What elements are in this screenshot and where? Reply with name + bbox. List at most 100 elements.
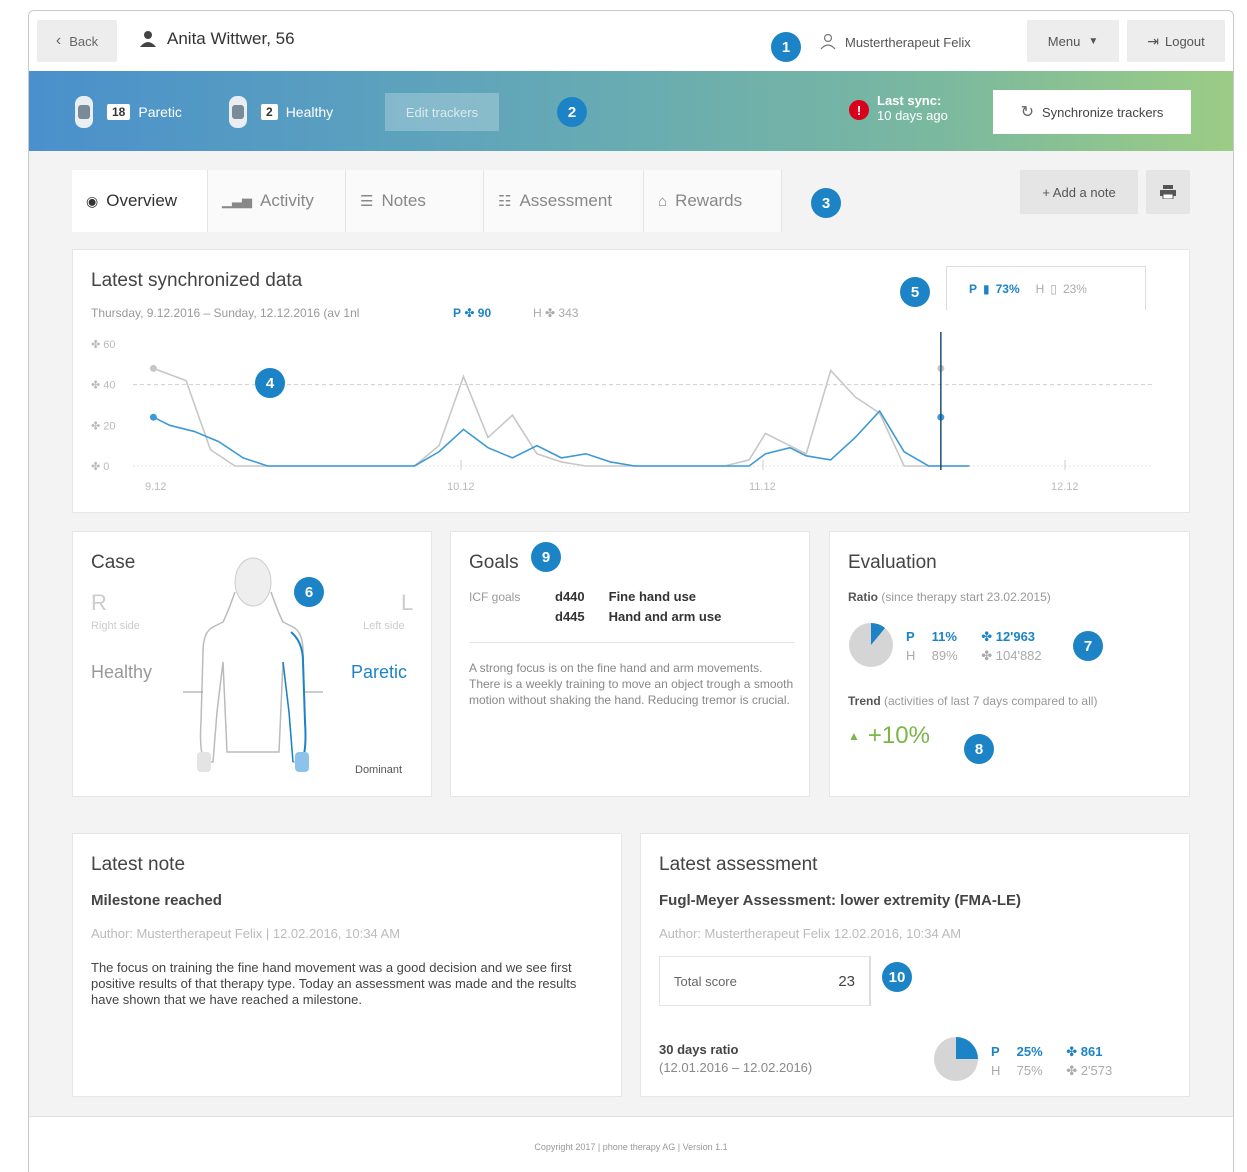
back-button[interactable]: ‹ Back xyxy=(37,20,117,62)
eye-icon: ◉ xyxy=(86,192,99,209)
goals-title: Goals xyxy=(469,552,519,573)
tab-rewards[interactable]: ⌂ Rewards xyxy=(644,170,782,232)
marker-1: 1 xyxy=(771,32,801,62)
h-label: H xyxy=(906,648,916,663)
paretic-count: 18 xyxy=(107,104,131,120)
marker-5: 5 xyxy=(900,277,930,307)
synchronize-button[interactable]: ↻ Synchronize trackers xyxy=(993,90,1191,134)
right-side-letter: R xyxy=(91,590,107,615)
marker-8: 8 xyxy=(964,734,994,764)
print-button[interactable] xyxy=(1146,170,1190,214)
footer: Copyright 2017 | phone therapy AG | Vers… xyxy=(29,1116,1233,1172)
tab-notes[interactable]: ☰ Notes xyxy=(346,170,484,232)
latest-assessment-card[interactable]: Latest assessment Fugl-Meyer Assessment:… xyxy=(640,833,1190,1097)
print-icon xyxy=(1160,185,1176,199)
healthy-tracker: 2 Healthy xyxy=(223,94,333,130)
marker-2: 2 xyxy=(557,97,587,127)
total-score-box: Total score 23 xyxy=(659,956,871,1006)
30-day-pie-chart xyxy=(934,1037,978,1081)
ratio-p-label: P xyxy=(969,281,978,296)
therapist-icon xyxy=(820,33,836,50)
patient-header: Anita Wittwer, 56 xyxy=(139,29,295,49)
steps-icon: ✤ xyxy=(981,629,993,644)
menu-button[interactable]: Menu ▼ xyxy=(1027,20,1119,62)
trend-value-row: ▲ +10% xyxy=(848,722,930,750)
healthy-side-label: Healthy xyxy=(91,662,153,682)
wristband-icon xyxy=(75,96,93,128)
latest-data-title: Latest synchronized data xyxy=(91,270,303,291)
tab-label: Rewards xyxy=(675,191,743,210)
y-tick-label: ✤ 40 xyxy=(91,380,116,392)
h-steps-icon: ✤ xyxy=(545,306,556,320)
sync-icon: ↻ xyxy=(1020,104,1034,121)
right-side-label: Right side xyxy=(91,620,140,632)
h-count: 104'882 xyxy=(995,648,1042,663)
y-tick-label: ✤ 60 xyxy=(91,339,116,351)
tab-assessment[interactable]: ☷ Assessment xyxy=(484,170,644,232)
ratio-h-label: H xyxy=(1035,281,1045,296)
note-body: The focus on training the fine hand move… xyxy=(91,960,577,1007)
ratio-values: P 11% ✤ 12'963 H 89% ✤ 104'882 xyxy=(906,627,1042,665)
steps-icon: ✤ xyxy=(1066,1063,1078,1078)
last-sync: ! Last sync: 10 days ago xyxy=(849,93,948,123)
logout-button[interactable]: ⇥ Logout xyxy=(1127,20,1225,62)
goal-code: d445 xyxy=(555,609,585,624)
marker-4: 4 xyxy=(255,368,285,398)
back-label: Back xyxy=(69,33,99,49)
ratio-pie-chart xyxy=(849,623,893,667)
latest-note-card[interactable]: Latest note Milestone reached Author: Mu… xyxy=(72,833,622,1097)
caret-down-icon: ▼ xyxy=(1088,35,1099,47)
ratio-toggle[interactable]: P ▮ 73% H ▯ 23% xyxy=(946,266,1146,310)
evaluation-card: Evaluation Ratio (since therapy start 23… xyxy=(829,531,1190,797)
left-side-label: Left side xyxy=(363,620,405,632)
goal-row-2: d445 Hand and arm use xyxy=(555,609,721,624)
case-title: Case xyxy=(91,552,136,573)
add-note-button[interactable]: + Add a note xyxy=(1020,170,1138,214)
trend-value: +10% xyxy=(867,722,930,749)
tab-activity[interactable]: ▁▃▅ Activity xyxy=(208,170,346,232)
chevron-left-icon: ‹ xyxy=(55,32,62,49)
series-start-point xyxy=(149,413,157,421)
marker-10: 10 xyxy=(882,962,912,992)
tab-label: Notes xyxy=(381,191,426,210)
logout-label: Logout xyxy=(1164,33,1205,49)
therapist-info[interactable]: Mustertherapeut Felix xyxy=(819,33,971,51)
goal-text: Hand and arm use xyxy=(608,609,722,624)
latest-note-heading: Latest note xyxy=(91,854,186,875)
goal-code: d440 xyxy=(555,589,585,604)
battery-icon: ▮ xyxy=(983,281,990,296)
x-tick-label: 12.12 xyxy=(1051,481,1079,493)
marker-6: 6 xyxy=(294,577,324,607)
tab-label: Activity xyxy=(260,191,314,210)
marker-9: 9 xyxy=(531,542,561,572)
tab-bar: ◉ Overview ▁▃▅ Activity ☰ Notes ☷ Assess… xyxy=(72,170,782,232)
edit-trackers-button[interactable]: Edit trackers xyxy=(385,93,499,131)
bar-chart-icon: ▁▃▅ xyxy=(222,193,252,208)
assessment-title: Fugl-Meyer Assessment: lower extremity (… xyxy=(659,892,1022,909)
score-label: Total score xyxy=(674,973,737,989)
note-meta: Author: Mustertherapeut Felix | 12.02.20… xyxy=(91,926,401,941)
latest-assessment-heading: Latest assessment xyxy=(659,854,818,875)
assessment-icon: ☷ xyxy=(498,193,512,210)
last-sync-label: Last sync: xyxy=(877,93,942,108)
activity-chart[interactable]: ✤ 0 ✤ 20 ✤ 40 ✤ 60 9.12 10.12 11.12 12.12 xyxy=(73,330,1191,500)
y-tick-label: ✤ 20 xyxy=(91,420,116,432)
p-percent: 11% xyxy=(931,629,957,644)
p-count: 861 xyxy=(1080,1044,1103,1059)
h-count: 2'573 xyxy=(1080,1063,1113,1078)
tab-overview[interactable]: ◉ Overview xyxy=(72,170,208,232)
p-value: 90 xyxy=(477,306,492,320)
app-window: ‹ Back Anita Wittwer, 56 Mustertherapeut… xyxy=(28,10,1234,1172)
evaluation-title: Evaluation xyxy=(848,552,937,573)
h-percent: 89% xyxy=(931,648,958,663)
patient-name: Anita Wittwer, 56 xyxy=(167,29,295,48)
h-percent: 75% xyxy=(1016,1063,1043,1078)
ratio-h-value: 23% xyxy=(1062,281,1087,296)
ratio-p-value: 73% xyxy=(995,281,1020,296)
p-count: 12'963 xyxy=(995,629,1036,644)
h-value: 343 xyxy=(558,306,579,320)
user-icon xyxy=(140,31,156,47)
wristband-icon xyxy=(229,96,247,128)
assessment-meta: Author: Mustertherapeut Felix 12.02.2016… xyxy=(659,926,962,941)
pie-slice-p xyxy=(956,1037,978,1059)
